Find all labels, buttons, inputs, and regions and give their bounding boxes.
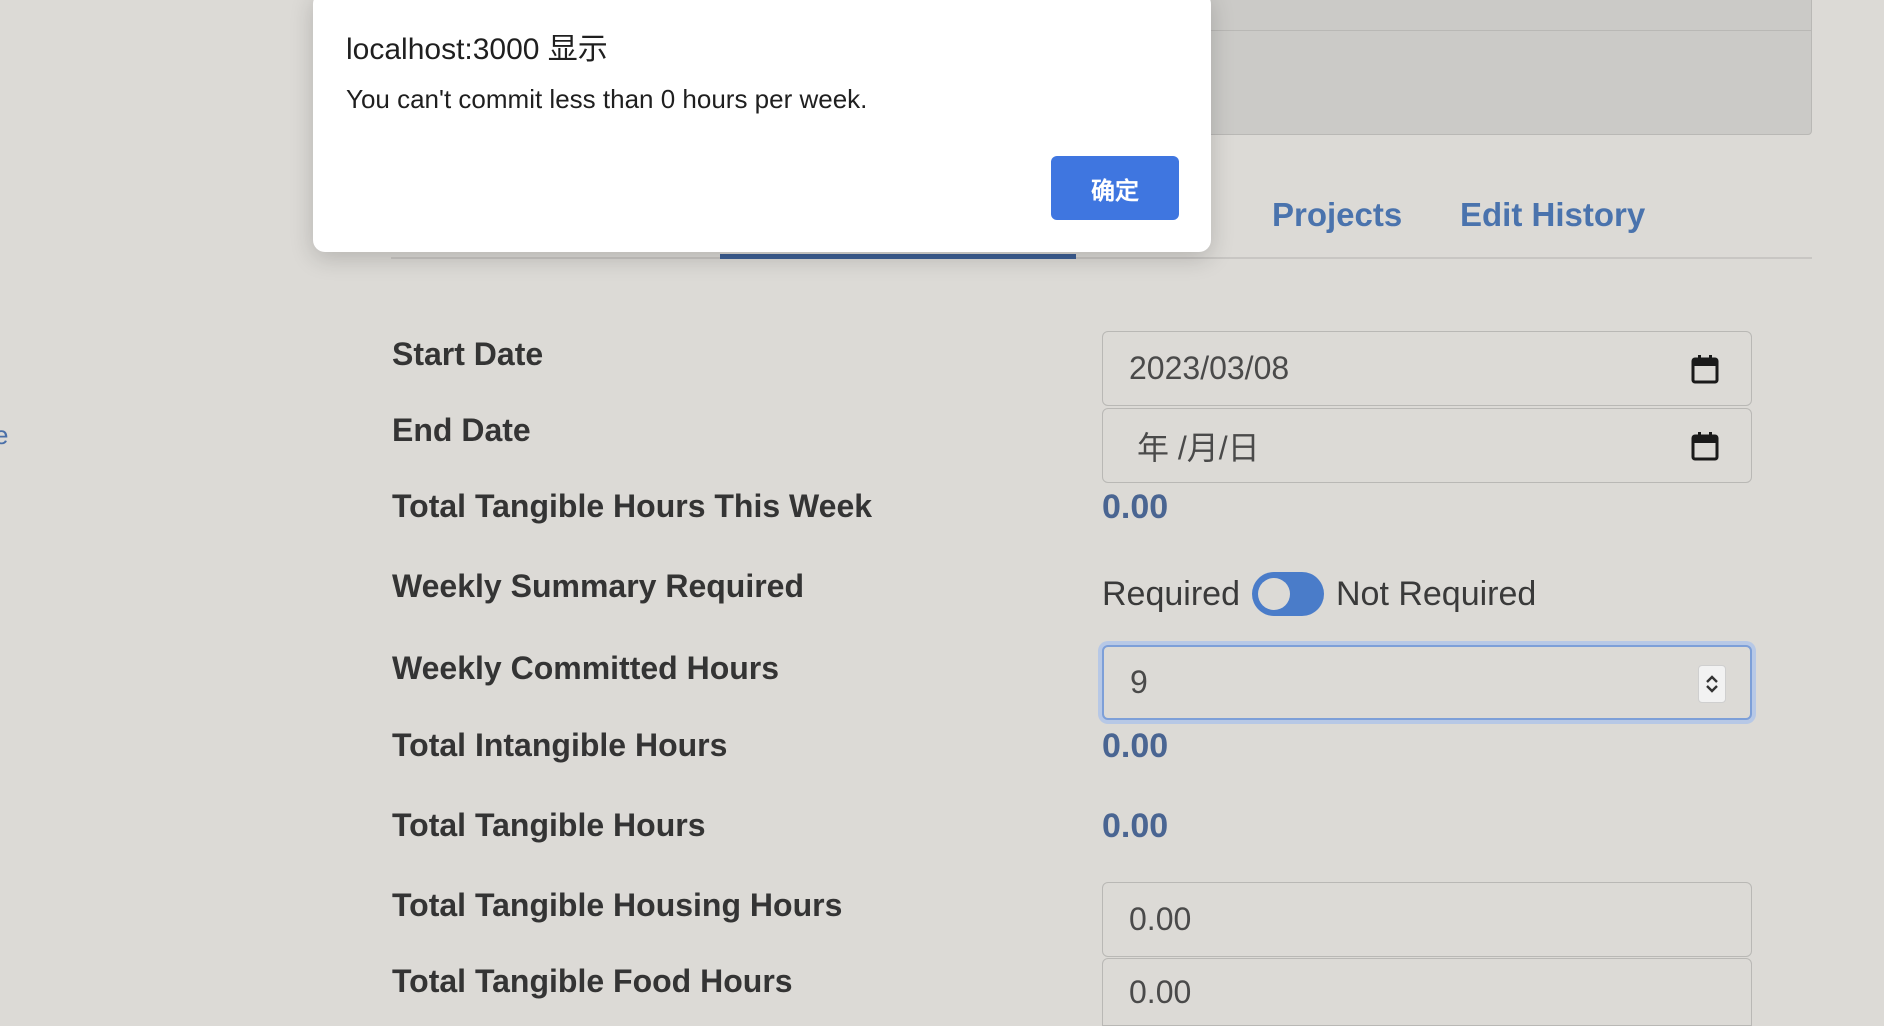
start-date-label: Start Date <box>392 336 544 372</box>
active-tab-indicator <box>720 254 1076 259</box>
toggle-knob <box>1257 578 1290 610</box>
total-intangible-hours-label: Total Intangible Hours <box>392 727 728 763</box>
total-intangible-hours-value: 0.00 <box>1102 727 1169 765</box>
stepper-up-icon[interactable] <box>1705 674 1719 684</box>
dialog-title: localhost:3000 显示 <box>346 33 608 66</box>
ok-button[interactable]: 确定 <box>1051 156 1179 220</box>
calendar-icon[interactable] <box>1691 354 1719 384</box>
total-tangible-hours-value: 0.00 <box>1102 807 1169 845</box>
total-tangible-food-hours-label: Total Tangible Food Hours <box>392 963 793 999</box>
left-nav-link[interactable]: e <box>0 420 8 451</box>
weekly-committed-hours-value: 9 <box>1130 664 1148 700</box>
total-tangible-housing-hours-label: Total Tangible Housing Hours <box>392 887 843 923</box>
tabs-divider <box>391 257 1812 259</box>
calendar-icon[interactable] <box>1691 431 1719 461</box>
total-tangible-food-hours-input[interactable]: 0.00 <box>1102 958 1752 1026</box>
weekly-committed-hours-input[interactable]: 9 <box>1102 645 1752 720</box>
total-tangible-hours-label: Total Tangible Hours <box>392 807 706 843</box>
end-date-placeholder: 年 /月/日 <box>1137 429 1260 466</box>
tab-edit-history[interactable]: Edit History <box>1460 196 1645 234</box>
toggle-right-label: Not Required <box>1335 574 1537 613</box>
card-divider <box>1181 30 1811 31</box>
toggle-left-label: Required <box>1102 574 1240 613</box>
top-card <box>1180 0 1812 135</box>
tab-projects[interactable]: Projects <box>1272 196 1402 234</box>
total-tangible-hours-week-value: 0.00 <box>1102 488 1169 526</box>
stepper-down-icon[interactable] <box>1705 684 1719 694</box>
start-date-value: 2023/03/08 <box>1129 350 1290 386</box>
end-date-input[interactable]: 年 /月/日 <box>1102 408 1752 483</box>
alert-dialog: localhost:3000 显示 You can't commit less … <box>313 0 1211 252</box>
dialog-message: You can't commit less than 0 hours per w… <box>346 84 868 114</box>
weekly-summary-toggle-row: Required Not Required <box>1102 572 1536 616</box>
total-tangible-housing-hours-value: 0.00 <box>1129 901 1192 937</box>
number-stepper[interactable] <box>1698 665 1726 703</box>
weekly-summary-toggle[interactable] <box>1251 572 1324 616</box>
weekly-summary-required-label: Weekly Summary Required <box>392 568 805 604</box>
weekly-committed-hours-label: Weekly Committed Hours <box>392 650 780 686</box>
total-tangible-housing-hours-input[interactable]: 0.00 <box>1102 882 1752 957</box>
end-date-label: End Date <box>392 412 531 448</box>
total-tangible-food-hours-value: 0.00 <box>1129 973 1192 1010</box>
total-tangible-hours-week-label: Total Tangible Hours This Week <box>392 488 873 524</box>
start-date-input[interactable]: 2023/03/08 <box>1102 331 1752 406</box>
